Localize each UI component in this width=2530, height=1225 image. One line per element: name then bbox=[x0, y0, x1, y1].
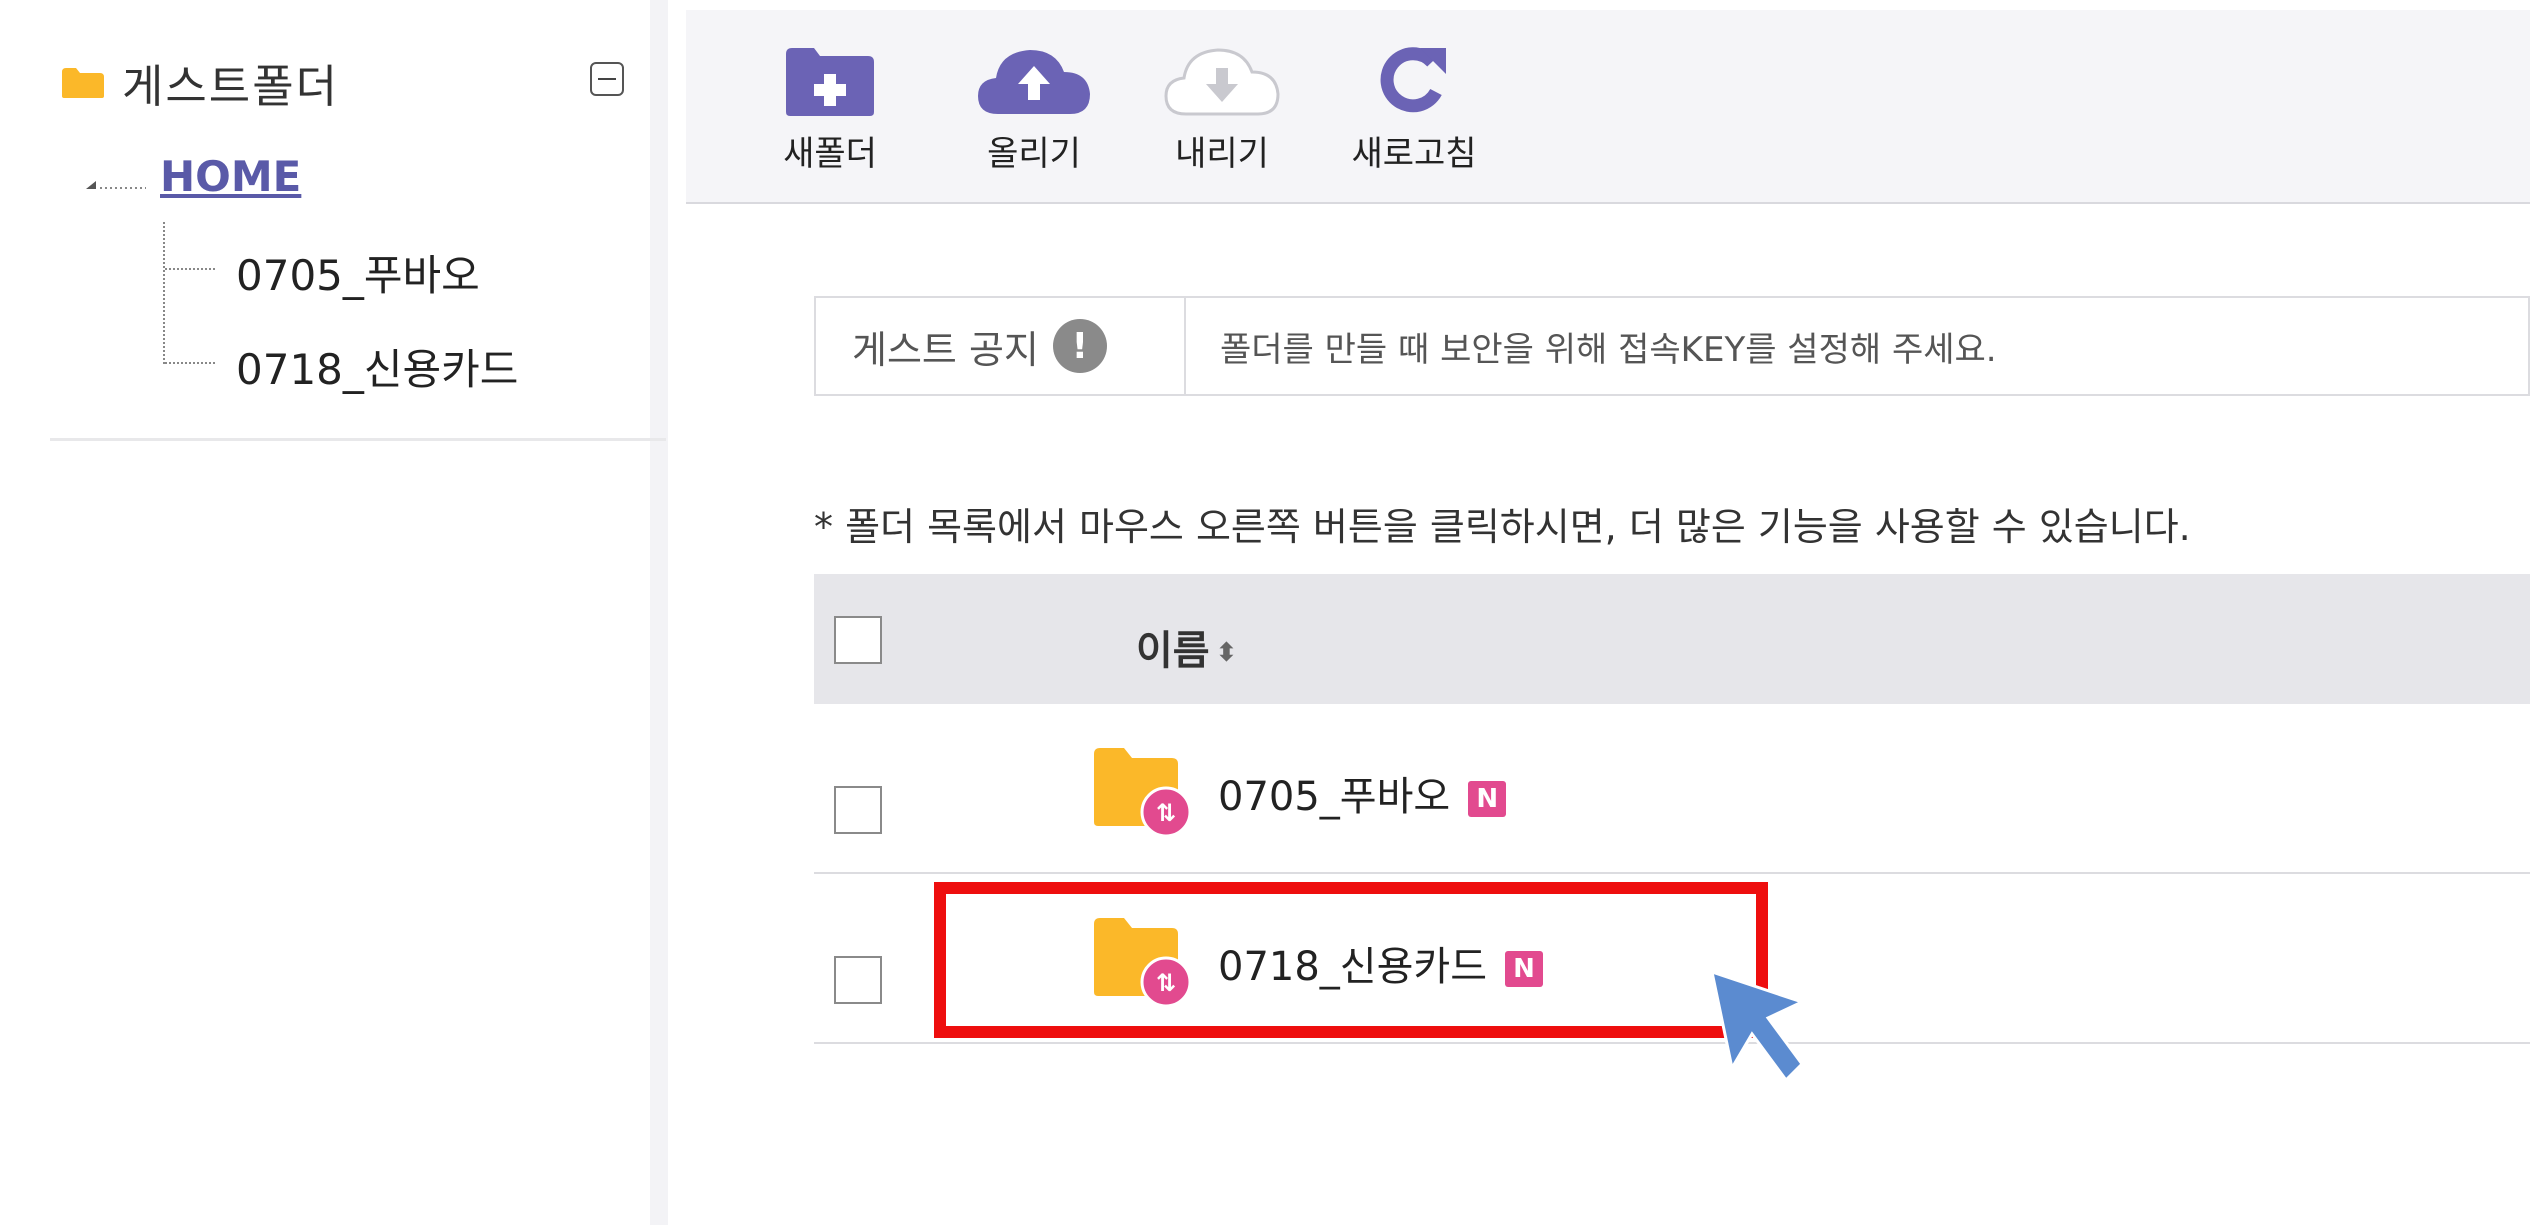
download-cloud-icon bbox=[1164, 48, 1280, 116]
row-checkbox[interactable] bbox=[834, 786, 882, 834]
context-menu-hint: * 폴더 목록에서 마우스 오른쪽 버튼을 클릭하시면, 더 많은 기능을 사용… bbox=[814, 505, 2191, 549]
upload-cloud-icon bbox=[978, 50, 1090, 114]
tree-home-link[interactable]: HOME bbox=[160, 152, 301, 201]
tree-item-folder[interactable]: 0718_신용카드 bbox=[236, 336, 518, 397]
info-icon: ! bbox=[1052, 319, 1107, 373]
minus-icon bbox=[598, 78, 616, 80]
notice-label-cell: 게스트 공지 ! bbox=[816, 298, 1186, 394]
folder-name-link[interactable]: 0705_푸바오 N bbox=[1218, 764, 1507, 822]
upload-button[interactable]: 올리기 bbox=[974, 44, 1094, 175]
guest-notice: 게스트 공지 ! 폴더를 만들 때 보안을 위해 접속KEY를 설정해 주세요. bbox=[814, 296, 2530, 396]
row-checkbox[interactable] bbox=[834, 956, 882, 1004]
new-folder-icon bbox=[786, 48, 874, 116]
shared-folder-icon[interactable]: ⇅ bbox=[1092, 746, 1202, 838]
refresh-label: 새로고침 bbox=[1351, 134, 1477, 174]
name-column-header[interactable]: 이름 ⬍ bbox=[1136, 618, 1237, 676]
sidebar-divider bbox=[50, 438, 666, 441]
sidebar: 게스트폴더 HOME 0705_푸바오 0718_신용카드 bbox=[0, 0, 668, 1225]
table-row[interactable]: ⇅ 0705_푸바오 N bbox=[814, 704, 2530, 874]
download-label: 내리기 bbox=[1175, 134, 1269, 174]
highlight-annotation-box bbox=[934, 882, 1768, 1038]
pointer-cursor-icon bbox=[1709, 969, 1807, 1083]
tree-connector bbox=[165, 268, 215, 270]
tree-connector bbox=[163, 222, 165, 364]
select-all-checkbox[interactable] bbox=[834, 616, 882, 664]
notice-label: 게스트 공지 bbox=[852, 327, 1039, 372]
name-column-label: 이름 bbox=[1136, 628, 1210, 674]
sidebar-header: 게스트폴더 bbox=[60, 50, 339, 115]
toolbar: 새폴더 올리기 내리기 새로고침 bbox=[686, 10, 2530, 204]
collapse-tree-button[interactable] bbox=[590, 62, 624, 96]
svg-text:⇅: ⇅ bbox=[1156, 799, 1176, 827]
sidebar-title: 게스트폴더 bbox=[122, 60, 340, 113]
new-badge: N bbox=[1468, 781, 1507, 817]
notice-text: 폴더를 만들 때 보안을 위해 접속KEY를 설정해 주세요. bbox=[1220, 329, 1997, 370]
refresh-icon bbox=[1380, 47, 1446, 113]
tree-item-folder[interactable]: 0705_푸바오 bbox=[236, 242, 480, 303]
new-folder-button[interactable]: 새폴더 bbox=[782, 44, 878, 175]
download-button[interactable]: 내리기 bbox=[1162, 44, 1282, 175]
sort-icon[interactable]: ⬍ bbox=[1216, 638, 1238, 668]
upload-label: 올리기 bbox=[987, 134, 1081, 174]
new-folder-label: 새폴더 bbox=[783, 134, 877, 174]
table-header: 이름 ⬍ bbox=[814, 574, 2530, 704]
tree-expand-arrow-icon[interactable] bbox=[86, 178, 146, 190]
refresh-button[interactable]: 새로고침 bbox=[1344, 44, 1484, 175]
folder-icon bbox=[62, 67, 104, 98]
tree-connector bbox=[165, 362, 215, 364]
folder-name: 0705_푸바오 bbox=[1218, 774, 1451, 820]
